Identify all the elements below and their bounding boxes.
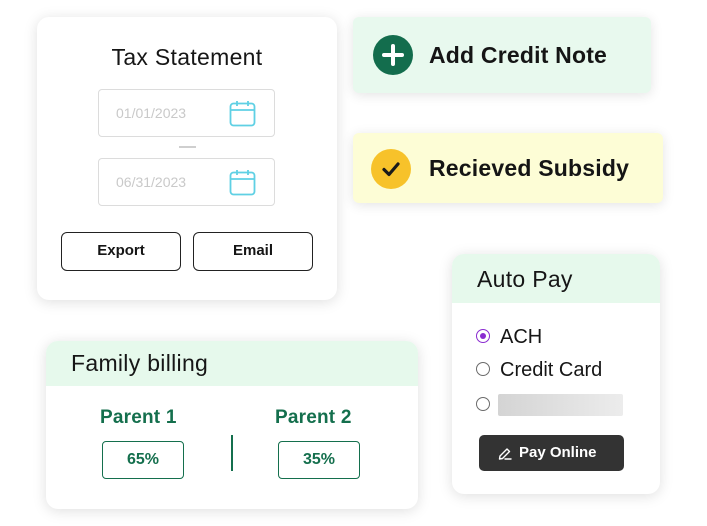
end-date-field[interactable]: 06/31/2023 [98, 158, 275, 206]
email-button[interactable]: Email [193, 232, 313, 271]
option-placeholder-bar [498, 394, 623, 416]
received-subsidy-label: Recieved Subsidy [429, 155, 630, 181]
calendar-icon[interactable] [229, 100, 256, 127]
parent-2-label: Parent 2 [275, 407, 352, 428]
tax-statement-card: Tax Statement 01/01/2023 06/31/2023 Expo… [37, 17, 337, 300]
auto-pay-header: Auto Pay [452, 254, 660, 303]
check-icon [371, 149, 411, 189]
add-credit-note-label: Add Credit Note [429, 42, 608, 68]
payment-option-label: Credit Card [500, 359, 603, 381]
end-date-placeholder: 06/31/2023 [116, 174, 187, 190]
start-date-placeholder: 01/01/2023 [116, 105, 187, 121]
radio-unselected[interactable] [476, 362, 490, 376]
date-range-separator [179, 146, 196, 148]
add-credit-note-button[interactable]: Add Credit Note [353, 17, 651, 93]
family-billing-title: Family billing [71, 350, 209, 376]
auto-pay-title: Auto Pay [477, 266, 573, 292]
pay-online-button[interactable]: Pay Online [479, 435, 624, 471]
tax-statement-title: Tax Statement [111, 44, 263, 70]
radio-selected[interactable] [476, 329, 490, 343]
calendar-icon[interactable] [229, 169, 256, 196]
family-billing-header: Family billing [46, 341, 418, 386]
parent-2-share[interactable]: 35% [278, 441, 360, 479]
export-button[interactable]: Export [61, 232, 181, 271]
payment-option-label: ACH [500, 326, 543, 348]
radio-unselected[interactable] [476, 397, 490, 411]
edit-icon [498, 448, 512, 460]
plus-icon [373, 35, 413, 75]
start-date-field[interactable]: 01/01/2023 [98, 89, 275, 137]
auto-pay-card: Auto Pay ACH Credit Card Pay Online [452, 254, 660, 494]
pay-online-label: Pay Online [519, 444, 597, 461]
received-subsidy-badge: Recieved Subsidy [353, 133, 663, 203]
family-billing-card: Family billing Parent 1 65% Parent 2 35% [46, 341, 418, 509]
parents-divider [231, 435, 233, 471]
parent-1-label: Parent 1 [100, 407, 177, 428]
parent-1-share[interactable]: 65% [102, 441, 184, 479]
